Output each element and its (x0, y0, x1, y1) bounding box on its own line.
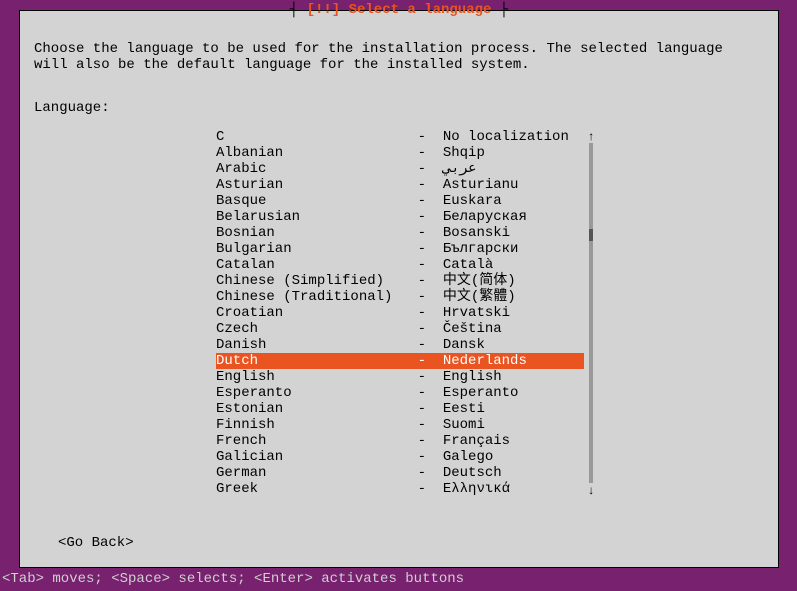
language-option[interactable]: Catalan - Català (216, 257, 584, 273)
language-option[interactable]: Greek - Ελληνικά (216, 481, 584, 497)
language-option[interactable]: Albanian - Shqip (216, 145, 584, 161)
language-option[interactable]: Croatian - Hrvatski (216, 305, 584, 321)
dialog-title: ┤ [!!] Select a language ├ (20, 2, 778, 18)
language-option[interactable]: Arabic - عربي (216, 161, 584, 177)
language-option[interactable]: Danish - Dansk (216, 337, 584, 353)
language-option[interactable]: English - English (216, 369, 584, 385)
scroll-track[interactable] (589, 143, 593, 229)
language-option[interactable]: Belarusian - Беларуская (216, 209, 584, 225)
go-back-button[interactable]: <Go Back> (58, 535, 134, 551)
language-option[interactable]: German - Deutsch (216, 465, 584, 481)
language-option[interactable]: Chinese (Simplified) - 中文(简体) (216, 273, 584, 289)
language-dialog: ┤ [!!] Select a language ├ Choose the la… (19, 10, 779, 568)
language-option[interactable]: French - Français (216, 433, 584, 449)
language-option[interactable]: Chinese (Traditional) - 中文(繁體) (216, 289, 584, 305)
language-label: Language: (34, 100, 110, 116)
footer-hint: <Tab> moves; <Space> selects; <Enter> ac… (2, 571, 464, 587)
scroll-thumb[interactable] (589, 229, 593, 241)
language-option[interactable]: Bosnian - Bosanski (216, 225, 584, 241)
scrollbar[interactable]: ↑ ↓ (586, 129, 596, 529)
language-option[interactable]: Asturian - Asturianu (216, 177, 584, 193)
language-option[interactable]: Galician - Galego (216, 449, 584, 465)
language-option[interactable]: Basque - Euskara (216, 193, 584, 209)
language-option[interactable]: Dutch - Nederlands (216, 353, 584, 369)
scroll-down-icon[interactable]: ↓ (586, 483, 596, 499)
language-list[interactable]: C - No localizationAlbanian - ShqipArabi… (216, 129, 584, 497)
scroll-track[interactable] (589, 241, 593, 483)
language-option[interactable]: Bulgarian - Български (216, 241, 584, 257)
language-option[interactable]: C - No localization (216, 129, 584, 145)
language-option[interactable]: Czech - Čeština (216, 321, 584, 337)
language-option[interactable]: Finnish - Suomi (216, 417, 584, 433)
language-option[interactable]: Estonian - Eesti (216, 401, 584, 417)
dialog-description: Choose the language to be used for the i… (34, 41, 764, 73)
language-option[interactable]: Esperanto - Esperanto (216, 385, 584, 401)
